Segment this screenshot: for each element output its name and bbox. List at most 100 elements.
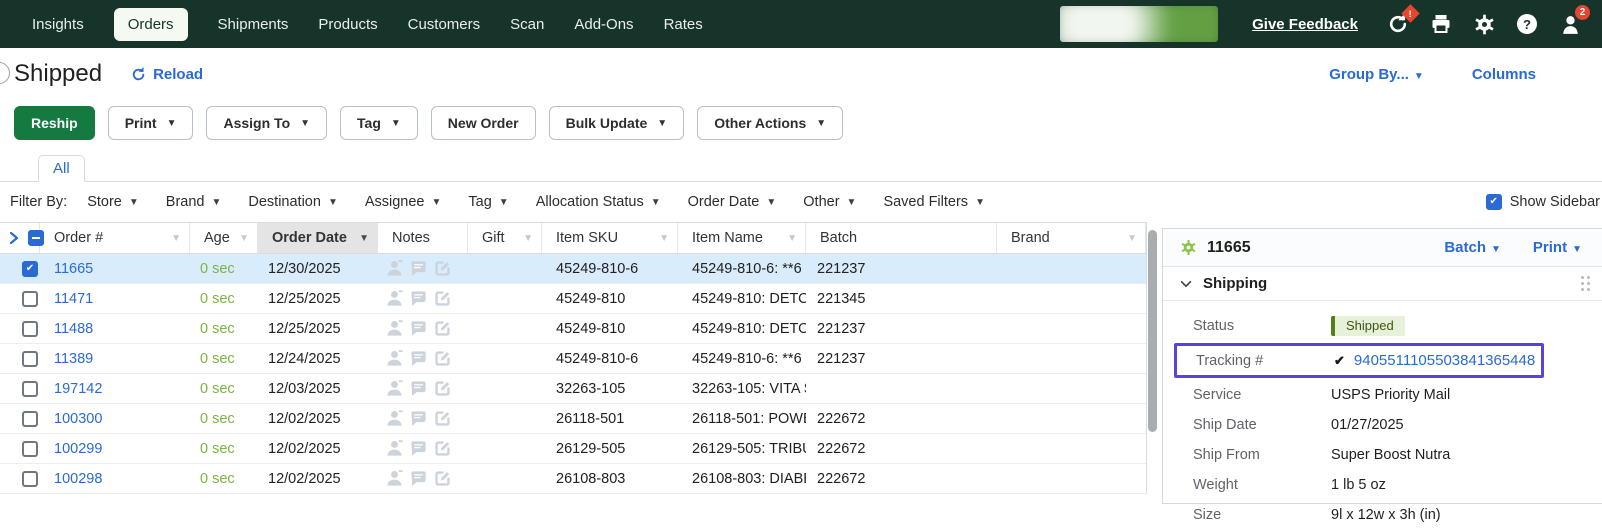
table-row[interactable]: 114710 sec12/25/202545249-81045249-810: … xyxy=(0,284,1146,314)
filter-destination[interactable]: Destination▼ xyxy=(248,194,337,210)
refresh-icon[interactable]: ! xyxy=(1384,10,1412,38)
scrollbar-thumb[interactable] xyxy=(1148,230,1157,432)
note-icon[interactable] xyxy=(409,349,428,368)
assign-user-icon[interactable] xyxy=(385,409,404,428)
filter-saved-filters[interactable]: Saved Filters▼ xyxy=(883,194,985,210)
row-checkbox[interactable] xyxy=(22,261,38,277)
tab-all[interactable]: All xyxy=(38,155,85,182)
column-header-order-date[interactable]: Order Date▼ xyxy=(258,223,378,253)
nav-item-scan[interactable]: Scan xyxy=(510,16,544,33)
edit-note-icon[interactable] xyxy=(433,379,452,398)
print-dropdown-button[interactable]: Print▼ xyxy=(108,106,194,140)
column-header-item-name[interactable]: Item Name▼ xyxy=(678,223,806,253)
table-row[interactable]: 1003000 sec12/02/202526118-50126118-501:… xyxy=(0,404,1146,434)
gear-icon[interactable] xyxy=(1470,10,1498,38)
column-header-item-sku[interactable]: Item SKU▼ xyxy=(542,223,678,253)
nav-item-products[interactable]: Products xyxy=(318,16,377,33)
reload-button[interactable]: Reload xyxy=(130,66,203,83)
note-icon[interactable] xyxy=(409,409,428,428)
columns-button[interactable]: Columns xyxy=(1472,66,1536,83)
edit-note-icon[interactable] xyxy=(433,349,452,368)
print-dropdown[interactable]: Print▼ xyxy=(1533,239,1582,256)
row-checkbox[interactable] xyxy=(22,381,38,397)
filter-other[interactable]: Other▼ xyxy=(803,194,856,210)
edit-note-icon[interactable] xyxy=(433,319,452,338)
filter-brand[interactable]: Brand▼ xyxy=(166,194,222,210)
assign-user-icon[interactable] xyxy=(385,349,404,368)
edit-note-icon[interactable] xyxy=(433,409,452,428)
column-filter-icon[interactable]: ▼ xyxy=(659,233,669,244)
column-header-order-number[interactable]: Order #▼ xyxy=(40,223,190,253)
order-number-link[interactable]: 11488 xyxy=(54,321,93,337)
assign-user-icon[interactable] xyxy=(385,469,404,488)
nav-item-rates[interactable]: Rates xyxy=(664,16,703,33)
filter-allocation-status[interactable]: Allocation Status▼ xyxy=(536,194,661,210)
assign-to-dropdown-button[interactable]: Assign To▼ xyxy=(206,106,327,140)
table-row[interactable]: 1002980 sec12/02/202526108-80326108-803:… xyxy=(0,464,1146,494)
edit-note-icon[interactable] xyxy=(433,439,452,458)
assign-user-icon[interactable] xyxy=(385,379,404,398)
column-filter-icon[interactable]: ▼ xyxy=(1127,233,1137,244)
help-icon[interactable]: ? xyxy=(1513,10,1541,38)
order-number-link[interactable]: 11389 xyxy=(54,351,93,367)
column-header-notes[interactable]: Notes xyxy=(378,223,468,253)
reship-button[interactable]: Reship xyxy=(14,106,95,140)
nav-item-shipments[interactable]: Shipments xyxy=(218,16,289,33)
note-icon[interactable] xyxy=(409,259,428,278)
column-header-batch[interactable]: Batch xyxy=(806,223,997,253)
filter-store[interactable]: Store▼ xyxy=(87,194,139,210)
expand-all-chevron-icon[interactable] xyxy=(6,230,22,246)
order-number-link[interactable]: 100300 xyxy=(54,411,102,427)
assign-user-icon[interactable] xyxy=(385,259,404,278)
row-checkbox[interactable] xyxy=(22,441,38,457)
column-filter-icon[interactable]: ▼ xyxy=(523,233,533,244)
edit-note-icon[interactable] xyxy=(433,259,452,278)
note-icon[interactable] xyxy=(409,379,428,398)
tracking-number-link[interactable]: 9405511105503841365448 xyxy=(1354,352,1535,369)
bulk-update-dropdown-button[interactable]: Bulk Update▼ xyxy=(549,106,685,140)
order-number-link[interactable]: 11471 xyxy=(54,291,93,307)
note-icon[interactable] xyxy=(409,319,428,338)
give-feedback-link[interactable]: Give Feedback xyxy=(1252,16,1358,33)
table-row[interactable]: 114880 sec12/25/202545249-81045249-810: … xyxy=(0,314,1146,344)
edit-note-icon[interactable] xyxy=(433,469,452,488)
tag-dropdown-button[interactable]: Tag▼ xyxy=(340,106,418,140)
drag-handle[interactable] xyxy=(1581,276,1590,291)
show-sidebar-checkbox[interactable] xyxy=(1486,194,1502,210)
edit-note-icon[interactable] xyxy=(433,289,452,308)
assign-user-icon[interactable] xyxy=(385,289,404,308)
other-actions-dropdown-button[interactable]: Other Actions▼ xyxy=(697,106,843,140)
filter-tag[interactable]: Tag▼ xyxy=(468,194,508,210)
filter-assignee[interactable]: Assignee▼ xyxy=(365,194,442,210)
row-checkbox[interactable] xyxy=(22,411,38,427)
order-number-link[interactable]: 11665 xyxy=(54,261,93,277)
nav-item-customers[interactable]: Customers xyxy=(408,16,481,33)
filter-order-date[interactable]: Order Date▼ xyxy=(688,194,777,210)
note-icon[interactable] xyxy=(409,469,428,488)
batch-dropdown[interactable]: Batch▼ xyxy=(1444,239,1501,256)
assign-user-icon[interactable] xyxy=(385,439,404,458)
printer-icon[interactable] xyxy=(1427,10,1455,38)
nav-item-addons[interactable]: Add-Ons xyxy=(574,16,633,33)
row-checkbox[interactable] xyxy=(22,471,38,487)
column-header-gift[interactable]: Gift▼ xyxy=(468,223,542,253)
table-row[interactable]: 1971420 sec12/03/202532263-10532263-105:… xyxy=(0,374,1146,404)
assign-user-icon[interactable] xyxy=(385,319,404,338)
note-icon[interactable] xyxy=(409,439,428,458)
group-by-dropdown[interactable]: Group By...▼ xyxy=(1329,66,1424,83)
column-filter-icon[interactable]: ▼ xyxy=(787,233,797,244)
column-header-age[interactable]: Age▼ xyxy=(190,223,258,253)
row-checkbox[interactable] xyxy=(22,291,38,307)
shipping-section-header[interactable]: Shipping xyxy=(1163,267,1602,301)
order-number-link[interactable]: 100299 xyxy=(54,441,102,457)
column-header-brand[interactable]: Brand▼ xyxy=(997,223,1146,253)
column-filter-icon[interactable]: ▼ xyxy=(171,233,181,244)
nav-item-insights[interactable]: Insights xyxy=(32,16,84,33)
order-number-link[interactable]: 100298 xyxy=(54,471,102,487)
sort-arrow-icon[interactable]: ▼ xyxy=(359,233,369,244)
table-row[interactable]: 113890 sec12/24/202545249-810-645249-810… xyxy=(0,344,1146,374)
row-checkbox[interactable] xyxy=(22,321,38,337)
table-row[interactable]: 1002990 sec12/02/202526129-50526129-505:… xyxy=(0,434,1146,464)
user-icon[interactable]: 2 xyxy=(1556,10,1584,38)
column-filter-icon[interactable]: ▼ xyxy=(239,233,249,244)
